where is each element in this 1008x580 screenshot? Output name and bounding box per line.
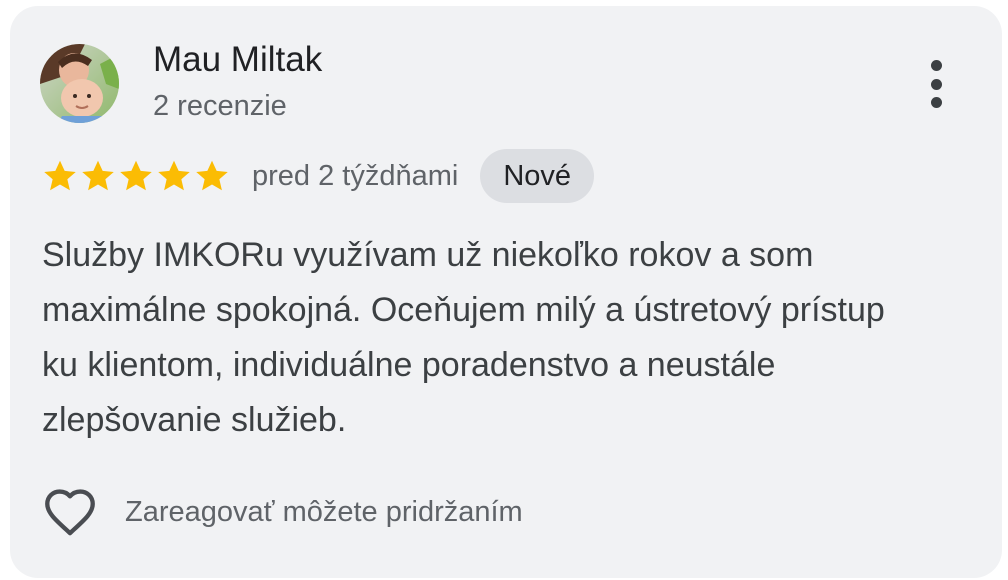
new-badge: Nové [480,149,595,203]
reaction-hint: Zareagovať môžete pridržaním [125,495,523,528]
star-icon [196,160,228,191]
review-text: Služby IMKORu využívam už niekoľko rokov… [42,236,885,439]
like-button[interactable] [42,484,98,540]
rating-row: pred 2 týždňami Nové [42,148,595,204]
heart-outline-icon [45,489,95,536]
review-card: Mau Miltak 2 recenzie pred 2 týždňami No… [10,6,1002,578]
avatar-photo [40,44,119,123]
author-avatar[interactable] [40,44,119,123]
star-icon [120,160,152,191]
star-rating [42,158,230,194]
star-icon [158,160,190,191]
review-date: pred 2 týždňami [252,159,459,192]
star-icon [44,160,76,191]
reaction-row: Zareagovať môžete pridržaním [42,484,523,540]
more-vert-icon [930,60,942,71]
author-review-count: 2 recenzie [153,90,287,122]
author-name[interactable]: Mau Miltak [153,40,322,80]
more-options-button[interactable] [918,56,954,112]
more-vert-icon-dot [930,97,942,108]
star-icon [82,160,114,191]
more-vert-icon-dot [930,78,942,90]
